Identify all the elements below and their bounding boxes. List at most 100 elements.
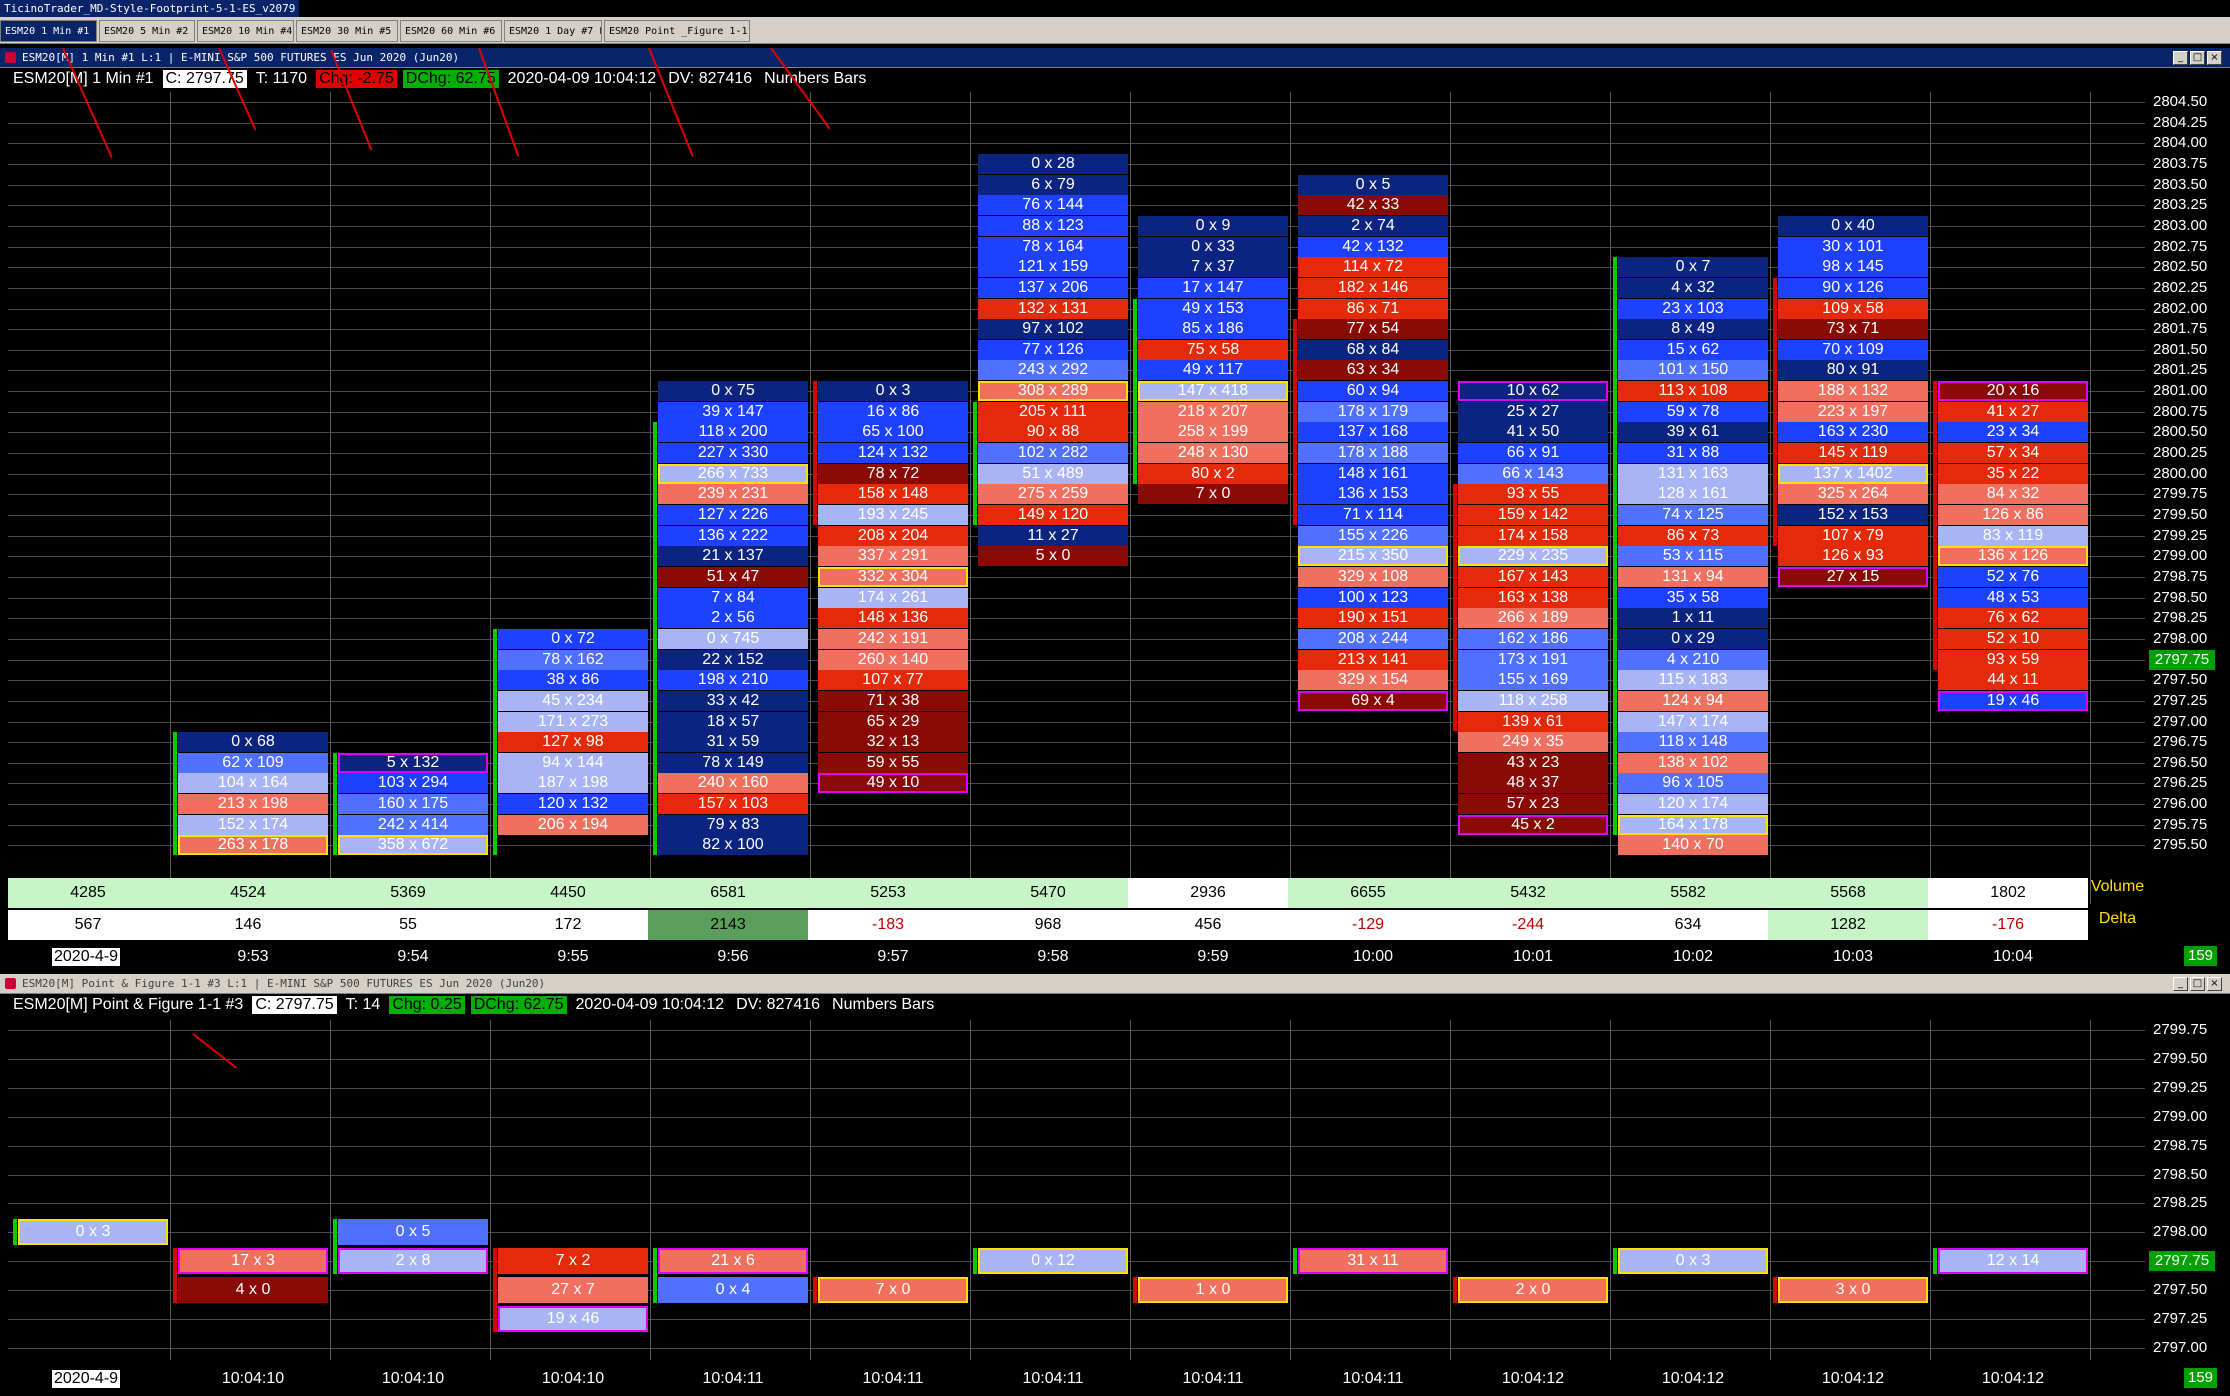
volume-cell: 5582: [1608, 878, 1768, 908]
footprint-cell: 35 x 22: [1938, 464, 2088, 484]
chart-tab[interactable]: ESM20 1 Min #1 L:1: [0, 20, 97, 42]
price-tick-label: 2798.50: [2153, 1166, 2208, 1183]
footprint-cell: 190 x 151: [1298, 608, 1448, 628]
footprint-cell: 42 x 33: [1298, 195, 1448, 215]
chart-window-1min: ESM20[M] 1 Min #1 L:1 | E-MINI S&P 500 F…: [0, 48, 2230, 978]
footprint-cell: 74 x 125: [1618, 505, 1768, 525]
footprint-cell: 66 x 143: [1458, 464, 1608, 484]
chart-tab[interactable]: ESM20 5 Min #2 L:1: [99, 20, 195, 42]
footprint-cell: 215 x 350: [1298, 546, 1448, 566]
grid-line: [1130, 92, 1131, 904]
time-tick-label: 10:04:12: [1661, 1370, 1725, 1387]
grid-line: [330, 1020, 331, 1360]
footprint-cell: 41 x 50: [1458, 422, 1608, 442]
footprint-cell: 205 x 111: [978, 402, 1128, 422]
symbol-label: ESM20[M] 1 Min #1: [13, 70, 154, 87]
volume-cell: 4450: [488, 878, 648, 908]
footprint-cell: 85 x 186: [1138, 319, 1288, 339]
close-icon[interactable]: ×: [2207, 977, 2222, 991]
footprint-cell: 155 x 226: [1298, 526, 1448, 546]
footprint-cell: 152 x 174: [178, 815, 328, 835]
minimize-icon[interactable]: _: [2173, 51, 2188, 65]
chart-tab[interactable]: ESM20 Point _Figure 1-1 #3 L:1: [604, 20, 750, 42]
up-bar: [173, 732, 177, 856]
time-axis[interactable]: 2020-4-9 10:04:10 10:04:10 10:04:10 10:04:11…: [0, 1368, 2145, 1390]
time-tick-label: 9:57: [877, 948, 909, 965]
pf-cell: 7 x 2: [498, 1248, 648, 1274]
footprint-cell: 118 x 200: [658, 422, 808, 442]
time-tick-label: 9:56: [717, 948, 749, 965]
point-figure-plot[interactable]: 0 x 3 17 x 3 4 x 0 0 x 5 2 x 8 7 x 2 27 x 7 19 …: [8, 1020, 2145, 1360]
footprint-cell: 127 x 226: [658, 505, 808, 525]
pf-cell: 17 x 3: [178, 1248, 328, 1274]
down-bar: [1453, 484, 1457, 732]
footprint-cell: 11 x 27: [978, 526, 1128, 546]
footprint-cell: 96 x 105: [1618, 773, 1768, 793]
grid-line: [490, 1020, 491, 1360]
volume-cell: 5253: [808, 878, 968, 908]
maximize-icon[interactable]: □: [2190, 51, 2205, 65]
price-tick-label: 2803.75: [2153, 155, 2208, 172]
footprint-cell: 147 x 418: [1138, 381, 1288, 401]
change-value: Chg: 0.25: [389, 996, 465, 1014]
footprint-cell: 51 x 489: [978, 464, 1128, 484]
footprint-cell: 174 x 261: [818, 588, 968, 608]
price-tick-label: 2796.50: [2153, 754, 2208, 771]
footprint-cell: 2 x 56: [658, 608, 808, 628]
grid-line: [8, 680, 2145, 681]
time-tick-label: 10:04: [1992, 948, 2034, 965]
delta-cell: 2143: [648, 910, 808, 940]
footprint-cell: 124 x 94: [1618, 691, 1768, 711]
chart-tab[interactable]: ESM20 30 Min #5 L:1: [296, 20, 398, 42]
footprint-cell: 0 x 40: [1778, 216, 1928, 236]
delta-cell: 567: [8, 910, 168, 940]
tick-count: T: 14: [345, 996, 381, 1013]
price-tick-label: 2800.75: [2153, 403, 2208, 420]
chart-tab[interactable]: ESM20 10 Min #4 L:1: [197, 20, 294, 42]
footprint-cell: 249 x 35: [1458, 732, 1608, 752]
chart-tab[interactable]: ESM20 60 Min #6 L:1: [400, 20, 502, 42]
price-tick-label: 2799.00: [2153, 547, 2208, 564]
pf-cell: 0 x 5: [338, 1219, 488, 1245]
time-tick-label: 10:04:12: [1981, 1370, 2045, 1387]
pf-cell: 3 x 0: [1778, 1277, 1928, 1303]
footprint-cell: 275 x 259: [978, 484, 1128, 504]
footprint-plot[interactable]: 0 x 68 62 x 109 104 x 164 213 x 198 152 x 17…: [8, 92, 2145, 904]
footprint-cell: 167 x 143: [1458, 567, 1608, 587]
delta-cell: -176: [1928, 910, 2088, 940]
up-bar: [653, 422, 657, 856]
footprint-cell: 86 x 71: [1298, 299, 1448, 319]
grid-line: [8, 1348, 2145, 1349]
minimize-icon[interactable]: _: [2173, 977, 2188, 991]
chart-tab[interactable]: ESM20 1 Day #7 L:1: [504, 20, 602, 42]
grid-line: [8, 102, 2145, 103]
footprint-cell: 17 x 147: [1138, 278, 1288, 298]
volume-cell: 6655: [1288, 878, 1448, 908]
price-axis[interactable]: 2799.75 2799.50 2799.25 2799.00 2798.75 2798.…: [2147, 1020, 2230, 1360]
footprint-cell: 358 x 672: [338, 835, 488, 855]
price-tick-label: 2799.00: [2153, 1108, 2208, 1125]
footprint-cell: 137 x 168: [1298, 422, 1448, 442]
footprint-cell: 120 x 132: [498, 794, 648, 814]
price-tick-label: 2798.50: [2153, 589, 2208, 606]
time-axis[interactable]: 2020-4-9 9:53 9:54 9:55 9:56 9:57 9:58 9:59 10:0…: [0, 946, 2145, 968]
maximize-icon[interactable]: □: [2190, 977, 2205, 991]
footprint-cell: 198 x 210: [658, 670, 808, 690]
price-tick-label: 2798.75: [2153, 1137, 2208, 1154]
footprint-cell: 33 x 42: [658, 691, 808, 711]
price-axis[interactable]: 2804.50 2804.25 2804.00 2803.75 2803.50 2803.…: [2147, 92, 2230, 904]
delta-cell: -129: [1288, 910, 1448, 940]
price-tick-label: 2798.25: [2153, 609, 2208, 626]
footprint-cell: 149 x 120: [978, 505, 1128, 525]
footprint-cell: 77 x 54: [1298, 319, 1448, 339]
footprint-cell: 48 x 53: [1938, 588, 2088, 608]
footprint-cell: 163 x 230: [1778, 422, 1928, 442]
delta-cell: -244: [1448, 910, 1608, 940]
footprint-cell: 83 x 119: [1938, 526, 2088, 546]
footprint-cell: 77 x 126: [978, 340, 1128, 360]
grid-line: [2090, 92, 2091, 904]
grid-line: [1930, 1020, 1931, 1360]
down-bar: [493, 1248, 497, 1332]
window-title-bar[interactable]: ESM20[M] Point & Figure 1-1 #3 L:1 | E-M…: [0, 974, 2230, 994]
close-icon[interactable]: ×: [2207, 51, 2222, 65]
